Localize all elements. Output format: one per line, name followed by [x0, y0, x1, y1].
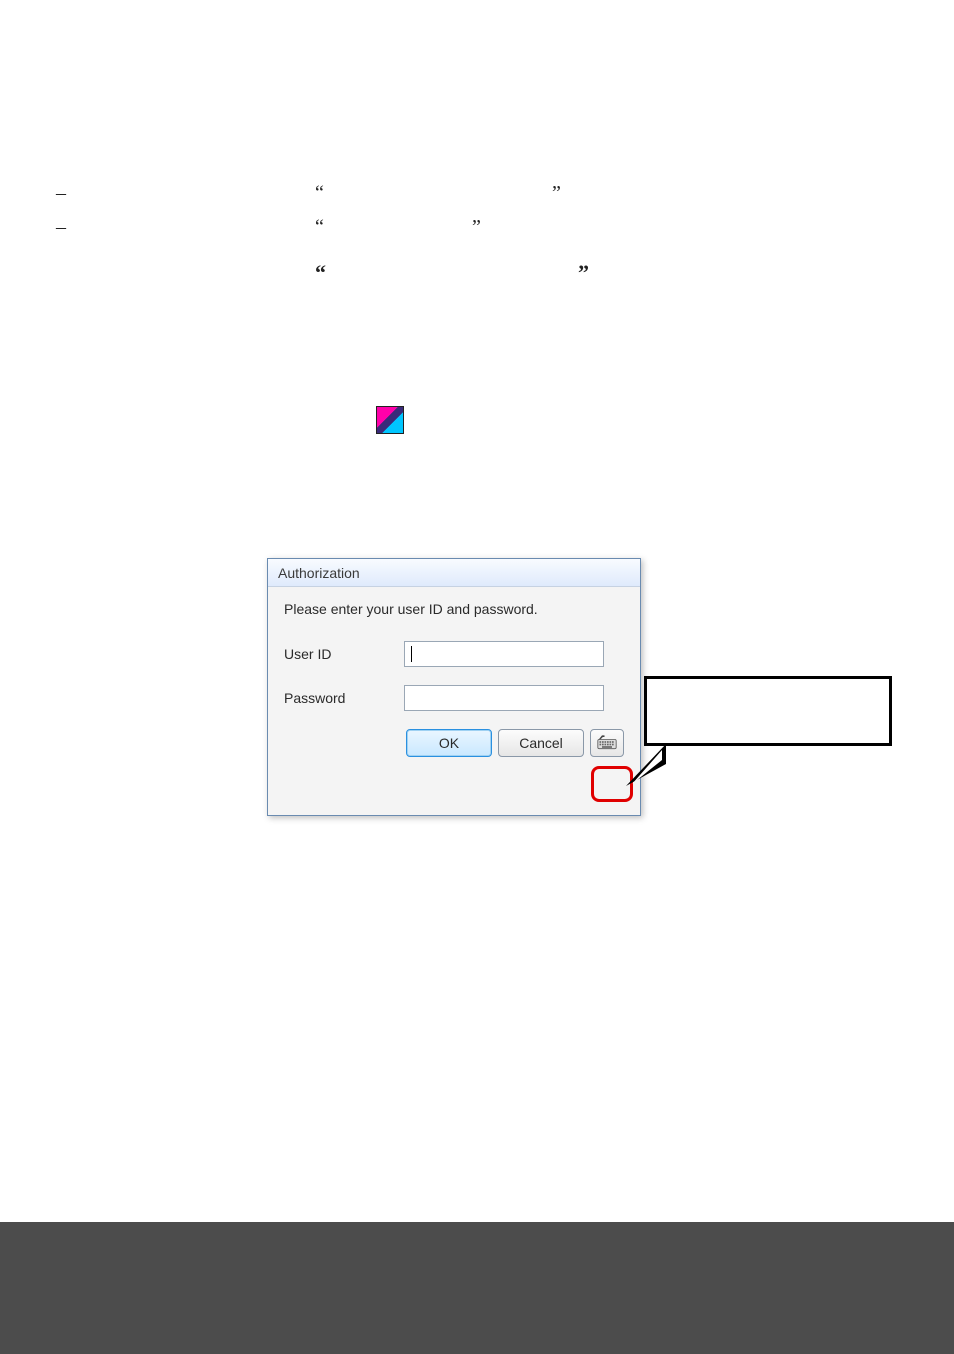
page-footer-bar: [0, 1222, 954, 1354]
dialog-titlebar[interactable]: Authorization: [268, 559, 640, 587]
ok-button[interactable]: OK: [406, 729, 492, 757]
password-row: Password: [284, 685, 624, 711]
dialog-instruction: Please enter your user ID and password.: [284, 601, 624, 617]
dialog-body: Please enter your user ID and password. …: [268, 587, 640, 711]
authorization-dialog: Authorization Please enter your user ID …: [267, 558, 641, 816]
user-id-label: User ID: [284, 646, 404, 662]
dash-mark: –: [56, 216, 66, 239]
callout-tail: [626, 742, 686, 807]
keyboard-icon: [597, 734, 617, 753]
cancel-button[interactable]: Cancel: [498, 729, 584, 757]
ok-button-label: OK: [439, 735, 459, 751]
password-input[interactable]: [404, 685, 604, 711]
dash-mark: –: [56, 182, 66, 205]
close-quote-mark: ”: [552, 182, 561, 205]
virtual-keyboard-button[interactable]: [590, 729, 624, 757]
dialog-button-row: OK Cancel: [268, 729, 640, 771]
text-caret: [411, 646, 412, 662]
close-quote-mark: ”: [472, 216, 481, 239]
open-quote-mark: “: [315, 216, 324, 239]
close-quote-mark-bold: ”: [578, 260, 589, 286]
cancel-button-label: Cancel: [519, 735, 563, 751]
user-id-input[interactable]: [404, 641, 604, 667]
dialog-title: Authorization: [278, 565, 360, 581]
open-quote-mark: “: [315, 182, 324, 205]
callout-box: [644, 676, 892, 746]
password-label: Password: [284, 690, 404, 706]
app-shortcut-icon[interactable]: [376, 406, 404, 434]
open-quote-mark-bold: “: [315, 260, 326, 286]
user-id-row: User ID: [284, 641, 624, 667]
